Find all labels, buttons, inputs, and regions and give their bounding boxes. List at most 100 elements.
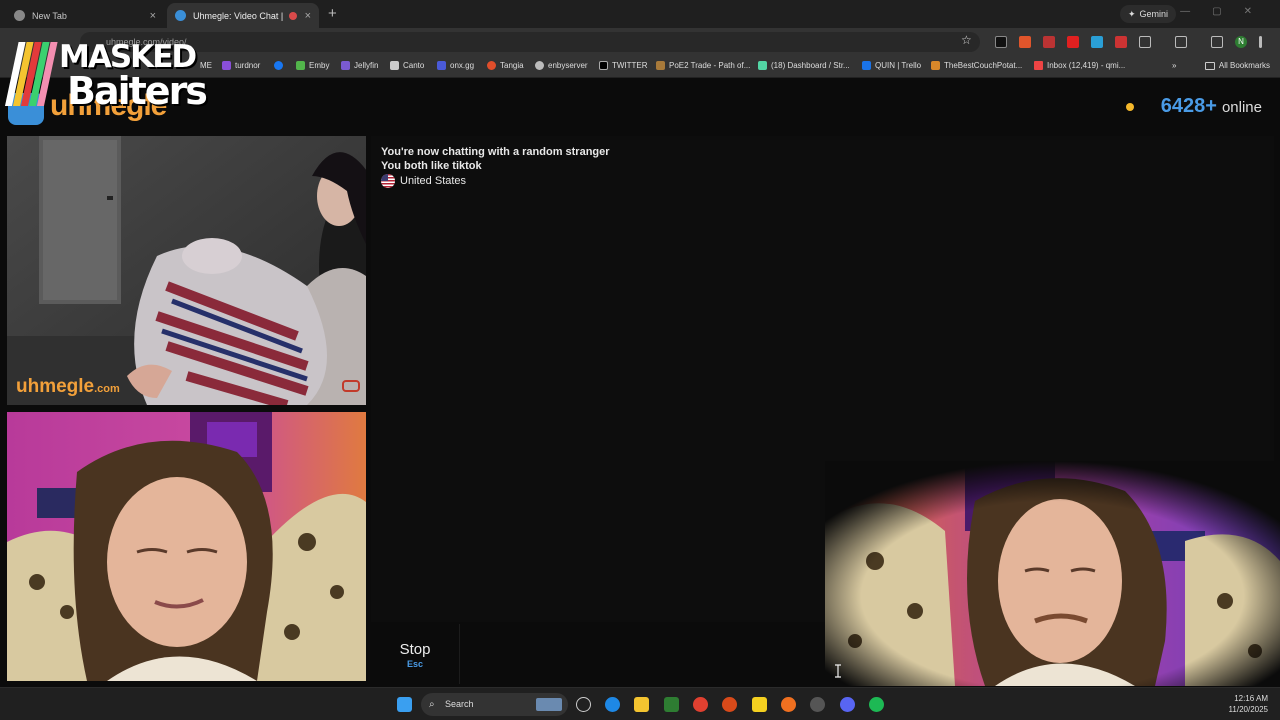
clock-date: 11/20/2025 xyxy=(1228,705,1268,714)
gemini-button[interactable]: ✦ Gemini xyxy=(1120,5,1177,23)
chrome-icon[interactable] xyxy=(693,697,708,712)
spotify-icon[interactable] xyxy=(869,697,884,712)
search-label: Search xyxy=(445,699,474,709)
uhmegle-icon xyxy=(175,10,186,21)
close-icon[interactable]: × xyxy=(150,10,156,22)
bookmark-label: TheBestCouchPotat... xyxy=(944,61,1023,70)
uhmegle-watermark: uhmegle.com xyxy=(16,376,120,398)
bookmark-label: PoE2 Trade - Path of... xyxy=(669,61,751,70)
extension-icon[interactable] xyxy=(995,36,1007,48)
self-video-frame xyxy=(7,412,366,681)
bookmark[interactable]: Inbox (12,419) - qmi... xyxy=(1034,61,1125,70)
bookmark[interactable]: TWITTER xyxy=(599,61,648,70)
tab-label: Uhmegle: Video Chat | Ran xyxy=(193,10,285,21)
watermark-suffix: .com xyxy=(94,383,120,395)
stranger-video-frame xyxy=(7,136,366,405)
avatar[interactable]: N xyxy=(1235,36,1247,48)
bookmark[interactable]: TheBestCouchPotat... xyxy=(931,61,1022,70)
bookmark[interactable]: (18) Dashboard / Str... xyxy=(758,61,850,70)
all-bookmarks-label: All Bookmarks xyxy=(1218,61,1270,70)
text-cursor-icon xyxy=(835,664,841,678)
bookmark-icon xyxy=(437,61,446,70)
bookmark-label: Canto xyxy=(403,61,425,70)
status-dot-icon xyxy=(1125,102,1134,111)
chrome-icon xyxy=(14,10,25,21)
bookmark-label: QUIN | Trello xyxy=(875,61,922,70)
close-icon[interactable]: × xyxy=(305,10,311,22)
system-clock[interactable]: 12:16 AM 11/20/2025 xyxy=(1229,693,1268,715)
star-icon[interactable]: ☆ xyxy=(961,33,972,47)
streamer-camera-overlay xyxy=(825,461,1280,686)
bookmark-icon xyxy=(758,61,767,70)
window-controls[interactable]: —▢✕ xyxy=(1180,6,1274,17)
bookmark[interactable]: enbyserver xyxy=(535,61,588,70)
masked-baiters-logo: MASKED Baiters xyxy=(5,40,230,115)
discord-icon[interactable] xyxy=(840,697,855,712)
taskbar-search[interactable]: ⌕ Search xyxy=(421,693,568,716)
taskbar: ⌕ Search 12:16 AM 11/20/2025 xyxy=(0,687,1280,720)
streamer-camera-frame xyxy=(825,461,1280,686)
obs-icon[interactable] xyxy=(810,697,825,712)
youtube-icon[interactable] xyxy=(1067,36,1079,48)
tab-search-icon[interactable] xyxy=(1211,36,1223,48)
search-highlight-icon xyxy=(536,698,562,711)
message-input[interactable] xyxy=(461,624,826,684)
new-tab-button[interactable]: + xyxy=(328,5,337,22)
emby-icon xyxy=(296,61,305,70)
bookmark[interactable]: PoE2 Trade - Path of... xyxy=(656,61,750,70)
bookmark[interactable]: onx.gg xyxy=(437,61,474,70)
bookmark-icon xyxy=(656,61,665,70)
bookmark-label: turdnor xyxy=(235,61,261,70)
firefox-icon[interactable] xyxy=(781,697,796,712)
extension-icon[interactable] xyxy=(1043,36,1055,48)
self-video xyxy=(7,412,366,681)
recording-icon xyxy=(288,11,297,20)
app-icon[interactable] xyxy=(664,697,679,712)
windows-start-icon[interactable] xyxy=(397,697,412,712)
search-icon: ⌕ xyxy=(429,699,435,710)
trello-icon xyxy=(862,61,871,70)
bookmark[interactable]: Canto xyxy=(390,61,424,70)
uhmegle-page: uhmegle 6428+ online uhmegle.com You're … xyxy=(0,79,1280,686)
puzzle-icon[interactable] xyxy=(1139,36,1151,48)
extension-icon[interactable] xyxy=(1091,36,1103,48)
tab-new-tab[interactable]: New Tab × xyxy=(6,3,164,28)
stop-button[interactable]: Stop Esc xyxy=(371,624,460,684)
bookmarks-overflow-button[interactable]: » xyxy=(1172,61,1176,70)
tab-uhmegle[interactable]: Uhmegle: Video Chat | Ran × xyxy=(167,3,319,28)
gemini-label: Gemini xyxy=(1139,9,1169,19)
globe-icon xyxy=(535,61,544,70)
tab-bar: New Tab × Uhmegle: Video Chat | Ran × + … xyxy=(0,0,1280,28)
all-bookmarks-button[interactable]: All Bookmarks xyxy=(1204,61,1270,70)
folder-icon xyxy=(1204,61,1215,70)
chevron-right-icon: » xyxy=(1172,61,1177,70)
edge-icon[interactable] xyxy=(605,697,620,712)
bookmark-icon xyxy=(931,61,940,70)
app-icon[interactable] xyxy=(576,697,591,712)
bookmark[interactable]: Jellyfin xyxy=(341,61,378,70)
bookmark[interactable]: Emby xyxy=(296,61,329,70)
bookmark[interactable]: QUIN | Trello xyxy=(862,61,921,70)
brand-line2: Baiters xyxy=(67,69,208,113)
facebook-icon xyxy=(274,61,283,70)
bookmark-label: Emby xyxy=(309,61,330,70)
stranger-video: uhmegle.com xyxy=(7,136,366,405)
sparkle-icon: ✦ xyxy=(1128,8,1136,19)
bookmark-label: Tangia xyxy=(500,61,524,70)
bookmark[interactable] xyxy=(274,61,283,70)
extension-icon[interactable] xyxy=(1019,36,1031,48)
bookmark-icon xyxy=(487,61,496,70)
app-icon[interactable] xyxy=(722,697,737,712)
sticky-notes-icon[interactable] xyxy=(752,697,767,712)
country-info: United States xyxy=(381,174,1264,188)
cast-icon[interactable] xyxy=(1175,36,1187,48)
clock-time: 12:16 AM xyxy=(1234,694,1268,703)
online-label: online xyxy=(1221,99,1262,116)
file-explorer-icon[interactable] xyxy=(634,697,649,712)
gmail-icon xyxy=(1034,61,1043,70)
bookmark[interactable]: Tangia xyxy=(487,61,524,70)
bookmark-label: (18) Dashboard / Str... xyxy=(771,61,850,70)
stop-shortcut: Esc xyxy=(406,659,423,669)
menu-icon[interactable] xyxy=(1259,36,1262,48)
extension-icon[interactable] xyxy=(1115,36,1127,48)
